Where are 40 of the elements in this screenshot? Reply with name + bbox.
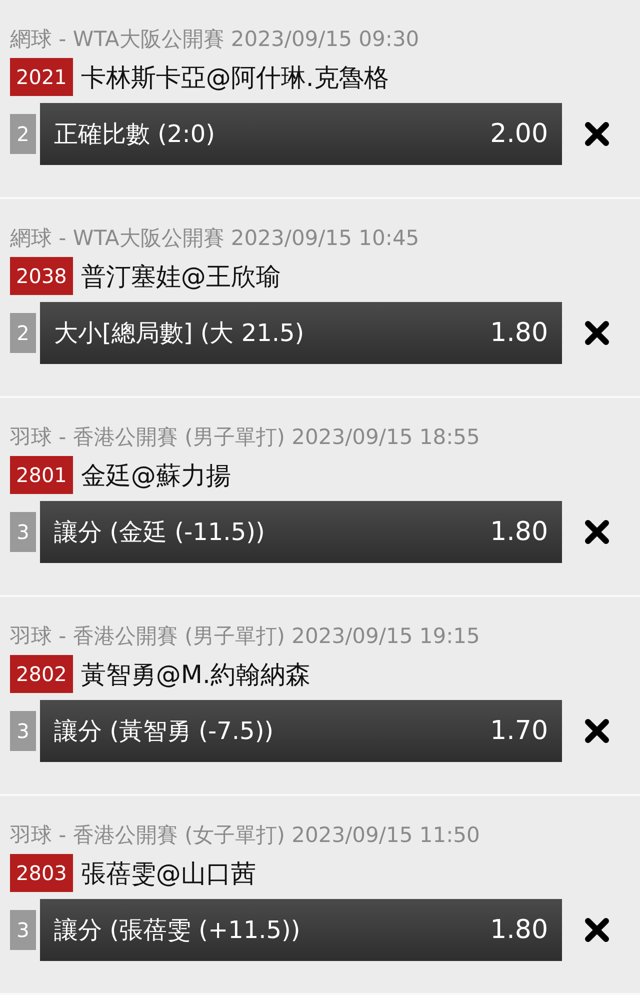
match-code: 2803 [10,854,73,892]
close-icon[interactable] [584,121,610,147]
match-code: 2801 [10,456,73,494]
close-icon[interactable] [584,917,610,943]
event-header: 羽球 - 香港公開賽 (女子單打) 2023/09/15 11:50 [10,822,481,849]
match-name: 張蓓雯@山口茜 [80,858,256,890]
selection-text: 讓分 (黃智勇 (-7.5)) [54,716,274,747]
leg-number: 3 [10,512,36,552]
selection-bar[interactable]: 讓分 (金廷 (-11.5)) 1.80 [40,501,562,563]
selection-bar[interactable]: 讓分 (黃智勇 (-7.5)) 1.70 [40,700,562,762]
match-name: 金廷@蘇力揚 [80,460,231,492]
event-header: 網球 - WTA大阪公開賽 2023/09/15 09:30 [10,26,420,53]
event-header: 網球 - WTA大阪公開賽 2023/09/15 10:45 [10,225,420,252]
selection-text: 讓分 (張蓓雯 (+11.5)) [54,915,300,946]
match-name: 普汀塞娃@王欣瑜 [80,260,281,292]
leg-number: 3 [10,711,36,751]
match-name: 黃智勇@M.約翰納森 [80,658,310,690]
match-code: 2021 [10,58,73,96]
odds-value: 1.70 [490,716,548,746]
leg-number: 2 [10,114,36,154]
selection-text: 讓分 (金廷 (-11.5)) [54,517,265,548]
close-icon[interactable] [584,718,610,744]
selection-bar[interactable]: 讓分 (張蓓雯 (+11.5)) 1.80 [40,899,562,961]
close-icon[interactable] [584,519,610,545]
selection-bar[interactable]: 大小[總局數] (大 21.5) 1.80 [40,302,562,364]
match-code: 2802 [10,655,73,693]
close-icon[interactable] [584,320,610,346]
event-header: 羽球 - 香港公開賽 (男子單打) 2023/09/15 19:15 [10,623,481,650]
leg-number: 3 [10,910,36,950]
odds-value: 2.00 [490,119,548,149]
match-name: 卡林斯卡亞@阿什琳.克魯格 [80,62,389,94]
match-code: 2038 [10,257,73,295]
odds-value: 1.80 [490,915,548,945]
odds-value: 1.80 [490,517,548,547]
selection-bar[interactable]: 正確比數 (2:0) 2.00 [40,103,562,165]
selection-text: 正確比數 (2:0) [54,119,215,150]
odds-value: 1.80 [490,318,548,348]
selection-text: 大小[總局數] (大 21.5) [54,318,304,349]
leg-number: 2 [10,313,36,353]
event-header: 羽球 - 香港公開賽 (男子單打) 2023/09/15 18:55 [10,424,481,451]
